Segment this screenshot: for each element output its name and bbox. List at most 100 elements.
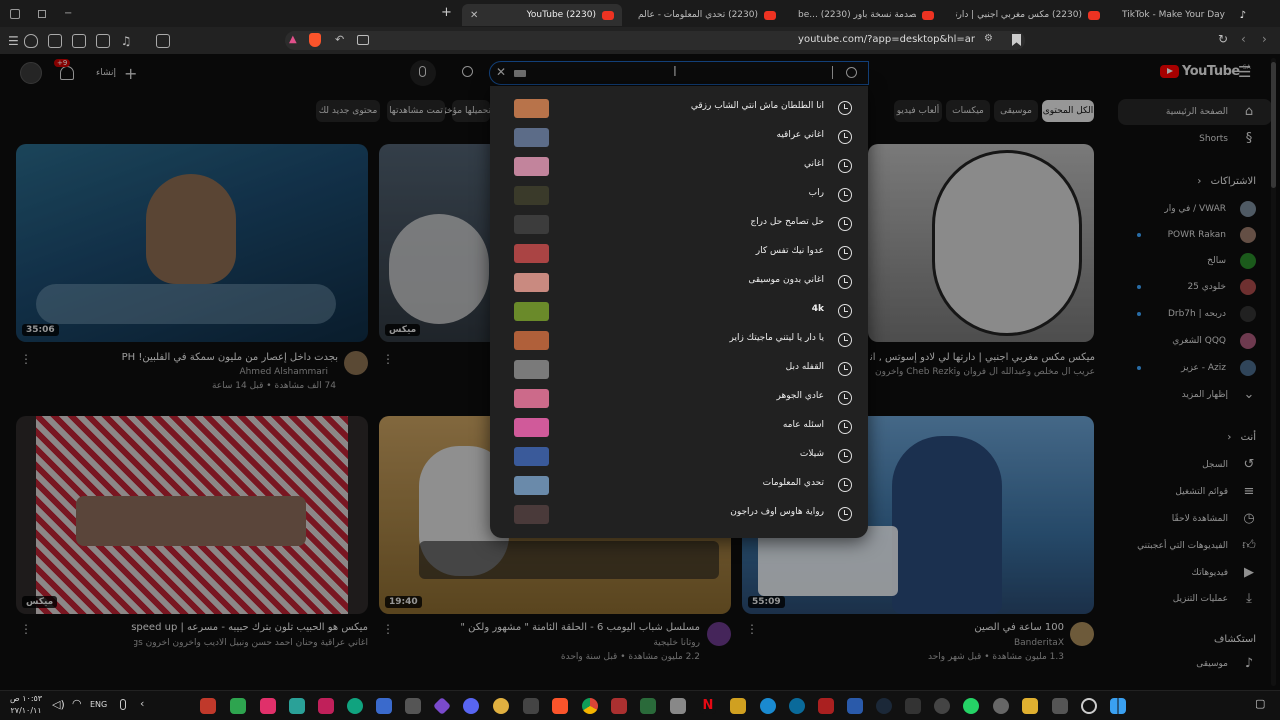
create-button[interactable]: إنشاء + [96,64,137,83]
search-inner-icon[interactable] [846,67,857,78]
sidebar-item-music[interactable]: موسيقى ♪ [1115,651,1280,677]
video-title[interactable]: 100 ساعة في الصين [900,622,1064,633]
video-thumbnail[interactable]: 35:06 [16,144,368,342]
app-icon-vpn[interactable] [289,698,305,714]
minimize-tab-icon[interactable]: − [64,8,72,19]
more-options-icon[interactable]: ⋮ [20,352,32,366]
chip-mixes[interactable]: ميكسات [946,100,990,122]
clear-search-icon[interactable]: ✕ [496,65,506,79]
tab-mix-moroccan[interactable]: (2230) مكس مغربي اجنبي | دارتها لي ل... [948,4,1108,26]
suggestion-item[interactable]: شيلات [490,442,868,471]
suggestion-item[interactable]: تحدي المعلومات [490,471,868,500]
suggestion-item[interactable]: اغاني بدون موسيقى [490,268,868,297]
app-icon-whatsapp-business[interactable] [230,698,246,714]
sidebar-sub-item[interactable]: سالخ [1115,248,1280,274]
channel-avatar[interactable] [707,622,731,646]
more-options-icon[interactable]: ⋮ [382,352,394,366]
app-icon-discord[interactable] [463,698,479,714]
suggestion-item[interactable]: القفله دبل [490,355,868,384]
more-options-icon[interactable]: ⋮ [382,622,394,636]
chip-new-for-you[interactable]: محتوى جديد لك [316,100,380,122]
tab-tiktok[interactable]: TikTok - Make Your Day ♪ [1114,4,1254,26]
app-icon-edge-dev[interactable] [789,698,805,714]
account-avatar[interactable] [20,62,42,84]
channel-avatar[interactable] [1070,622,1094,646]
video-title[interactable]: بجدت داخل إعصار من مليون سمكة في الفلبين… [60,352,338,363]
channel-name[interactable]: BanderitaX [900,638,1064,648]
page-scrollbar[interactable] [1271,58,1276,686]
tab-youtube[interactable]: ✕ (2230) YouTube [462,4,622,26]
brave-shield-icon[interactable] [309,33,321,47]
more-options-icon[interactable]: ⋮ [20,622,32,636]
suggestion-item[interactable]: رواية هاوس اوف دراجون [490,500,868,529]
search-input[interactable] [532,64,822,82]
suggestion-item[interactable]: عادي الجوهر [490,384,868,413]
sidebar-item-playlists[interactable]: قوائم التشغيل ≡ [1115,479,1280,505]
clock[interactable]: ١٠:٥٣ ص ٢٧/١٠/١١ [10,693,42,717]
app-icon-shield[interactable] [376,698,392,714]
extension-icon[interactable] [47,33,62,48]
notifications-button[interactable]: +9 [54,59,76,81]
volume-icon[interactable]: ◁) [52,698,65,711]
sidebar-sub-item[interactable]: خلودي 25 [1115,274,1280,300]
tab-info-challenge[interactable]: (2230) تحدي المعلومات - عالم الصحافة [628,4,784,26]
suggestion-item[interactable]: يا دار يا ليتني ماجيتك زاير [490,326,868,355]
video-thumbnail[interactable]: ميكس [16,416,368,614]
back-icon[interactable]: ↶ [335,33,344,46]
you-header[interactable]: أنت ‹ [1227,432,1256,443]
wifi-icon[interactable]: ◠ [72,697,82,710]
voice-search-button[interactable] [410,60,436,86]
app-icon-chatgpt[interactable] [347,698,363,714]
channel-name[interactable]: روتانا خليجية [520,638,700,648]
suggestion-item[interactable]: 4k [490,297,868,326]
more-options-icon[interactable]: ⋮ [746,622,758,636]
scrollbar-thumb[interactable] [1271,62,1276,188]
app-icon-tiktok[interactable] [260,698,276,714]
reader-mode-icon[interactable] [357,35,369,45]
app-icon-mail[interactable] [200,698,216,714]
suggestion-item[interactable]: اسئله عامه [490,413,868,442]
sidebar-sub-item[interactable]: في وار / VWAR [1115,196,1280,222]
app-icon-file-explorer[interactable] [1022,698,1038,714]
app-icon-store[interactable] [847,698,863,714]
bookmark-list-icon[interactable] [71,33,86,48]
app-icon-whatsapp[interactable] [963,698,979,714]
sidebar-item-watch-later[interactable]: المشاهدة لاحقًا ◷ [1115,506,1280,532]
close-tab-icon[interactable]: ✕ [470,10,478,21]
chip-all[interactable]: الكل المحتوى [1042,100,1094,122]
app-icon-diamond[interactable] [432,696,452,716]
music-icon[interactable]: ♫ [121,34,132,48]
menu-icon[interactable]: ☰ [8,34,19,48]
bookmark-icon[interactable] [1012,34,1021,46]
suggestion-item[interactable]: حل تصامح حل دراج [490,210,868,239]
sidebar-sub-item[interactable]: الشغري QQQ [1115,328,1280,354]
chip-recent[interactable]: تم تحميلها مؤخرًا [440,100,502,122]
chevron-up-icon[interactable]: ‹ [140,697,144,710]
notification-center-icon[interactable]: ▢ [1255,697,1265,710]
chip-music[interactable]: موسيقى [994,100,1038,122]
app-icon-hub[interactable] [405,698,421,714]
channel-avatar[interactable] [344,351,368,375]
suggestion-item[interactable]: انا الطلطان ماش انتي الشاب رزقي [490,94,868,123]
microphone-tray-icon[interactable] [120,699,126,710]
sidebar-toggle-icon[interactable] [10,8,20,19]
sidebar-item-history[interactable]: السجل ↺ [1115,452,1280,478]
app-icon-task-view[interactable] [1052,698,1068,714]
app-icon-netflix[interactable]: N [700,698,716,714]
search-taskbar-icon[interactable] [1081,698,1097,714]
sidebar-item-home[interactable]: الصفحة الرئيسية ⌂ [1118,99,1272,125]
channel-name[interactable]: Ahmed Alshammari [150,367,328,377]
app-icon-archer[interactable] [730,698,746,714]
sidebar-item-shorts[interactable]: Shorts § [1115,126,1280,152]
sidebar-sub-item[interactable]: POWR Rakan [1115,222,1280,248]
app-icon-game[interactable] [818,698,834,714]
subscriptions-header[interactable]: الاشتراكات ‹ [1197,176,1256,187]
tab-manager-icon[interactable] [155,33,170,48]
app-icon-steam-tool[interactable] [523,698,539,714]
sidebar-sub-item[interactable]: عزيز - Aziz [1115,355,1280,381]
window-icon[interactable] [38,9,46,18]
show-more-button[interactable]: إظهار المزيد ⌄ [1115,382,1280,408]
app-icon-terminal[interactable] [640,698,656,714]
app-icon-brave[interactable] [552,698,568,714]
reload-icon[interactable]: ↻ [1218,32,1228,46]
